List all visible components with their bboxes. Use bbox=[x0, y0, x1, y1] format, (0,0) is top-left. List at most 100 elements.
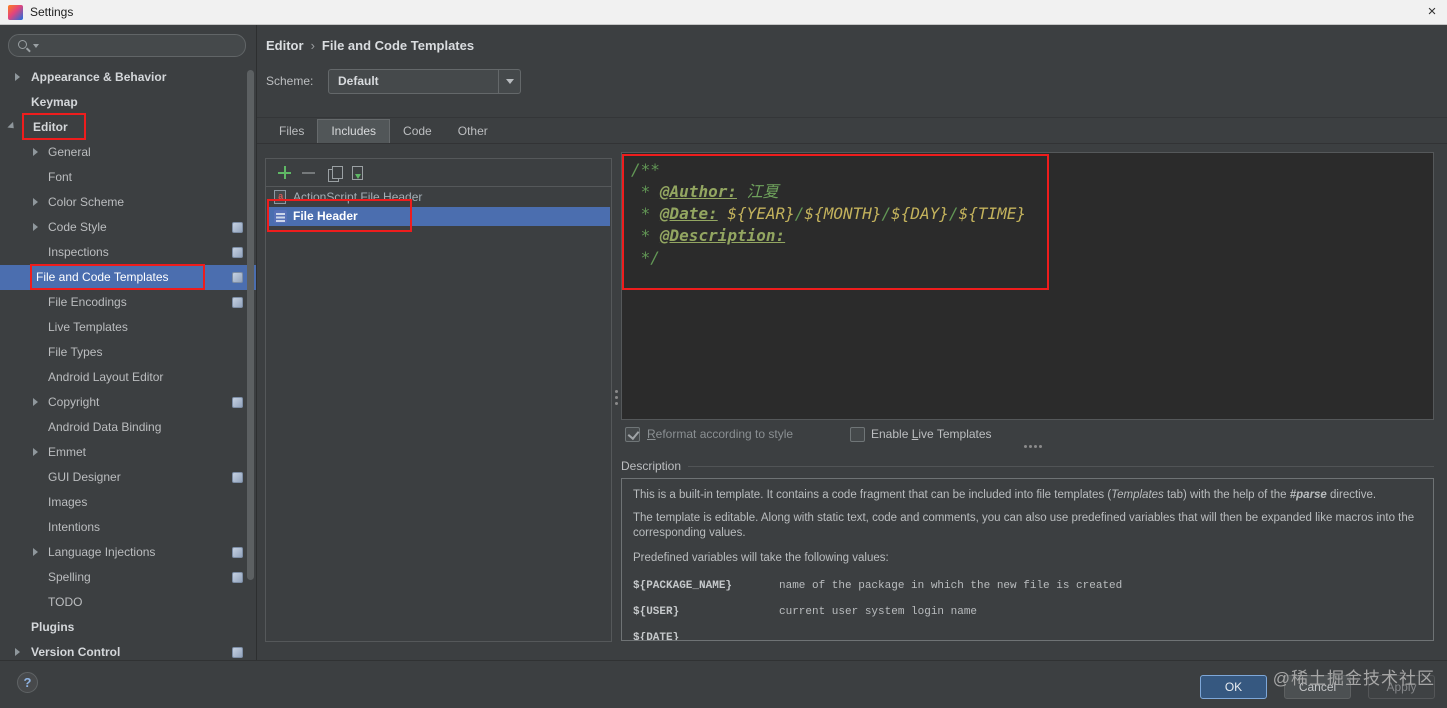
title-bar: Settings × bbox=[0, 0, 1447, 25]
settings-dialog: Settings × Appearance & Behavior Keymap … bbox=[0, 0, 1447, 708]
actionscript-file-icon bbox=[274, 190, 286, 204]
expand-arrow-icon[interactable] bbox=[33, 148, 38, 156]
search-input[interactable] bbox=[43, 36, 238, 55]
sidebar-item-version-control[interactable]: Version Control bbox=[0, 640, 257, 660]
list-item-actionscript-file-header[interactable]: ActionScript File Header bbox=[267, 188, 610, 207]
sidebar-scrollbar[interactable] bbox=[247, 70, 254, 580]
tab-other[interactable]: Other bbox=[445, 119, 501, 143]
code-line: * @Date: ${YEAR}/${MONTH}/${DAY}/${TIME} bbox=[631, 204, 1026, 223]
search-options-caret-icon[interactable] bbox=[33, 44, 39, 48]
sidebar-item-file-and-code-templates[interactable]: File and Code Templates bbox=[0, 265, 257, 290]
reformat-checkbox[interactable] bbox=[625, 427, 640, 442]
description-panel: This is a built-in template. It contains… bbox=[621, 478, 1434, 641]
description-paragraph: The template is editable. Along with sta… bbox=[633, 512, 1415, 539]
sidebar-item-plugins[interactable]: Plugins bbox=[0, 615, 257, 640]
sidebar-item-keymap[interactable]: Keymap bbox=[0, 90, 257, 115]
expand-arrow-icon[interactable] bbox=[33, 223, 38, 231]
sidebar-item-code-style[interactable]: Code Style bbox=[0, 215, 257, 240]
modified-indicator-icon bbox=[232, 272, 243, 283]
expand-arrow-icon[interactable] bbox=[15, 73, 20, 81]
sidebar-item-language-injections[interactable]: Language Injections bbox=[0, 540, 257, 565]
breadcrumb: Editor › File and Code Templates bbox=[266, 38, 474, 54]
chevron-down-icon bbox=[506, 79, 514, 84]
sidebar-item-color-scheme[interactable]: Color Scheme bbox=[0, 190, 257, 215]
add-template-button[interactable] bbox=[278, 166, 291, 179]
templates-list-panel: ActionScript File Header File Header bbox=[265, 158, 612, 642]
modified-indicator-icon bbox=[232, 397, 243, 408]
tab-includes[interactable]: Includes bbox=[317, 119, 391, 143]
reformat-checkbox-label[interactable]: Reformat according to style bbox=[647, 426, 793, 442]
code-line: /** bbox=[631, 160, 660, 179]
modified-indicator-icon bbox=[232, 247, 243, 258]
tab-files[interactable]: Files bbox=[266, 119, 317, 143]
code-line: * @Author: 江夏 bbox=[631, 182, 779, 201]
description-paragraph: Predefined variables will take the follo… bbox=[633, 552, 889, 564]
modified-indicator-icon bbox=[232, 222, 243, 233]
sidebar-item-emmet[interactable]: Emmet bbox=[0, 440, 257, 465]
list-item-file-header[interactable]: File Header bbox=[267, 207, 610, 226]
window-title: Settings bbox=[30, 5, 74, 19]
sidebar-item-live-templates[interactable]: Live Templates bbox=[0, 315, 257, 340]
sidebar-item-file-encodings[interactable]: File Encodings bbox=[0, 290, 257, 315]
sidebar-item-general[interactable]: General bbox=[0, 140, 257, 165]
reset-template-button[interactable] bbox=[352, 166, 363, 180]
expand-arrow-icon[interactable] bbox=[33, 448, 38, 456]
sidebar-item-gui-designer[interactable]: GUI Designer bbox=[0, 465, 257, 490]
template-code-editor[interactable]: /** * @Author: 江夏 * @Date: ${YEAR}/${MON… bbox=[621, 152, 1434, 420]
description-paragraph: This is a built-in template. It contains… bbox=[633, 489, 1377, 501]
variable-row: ${PACKAGE_NAME} name of the package in w… bbox=[633, 580, 1123, 592]
remove-template-button[interactable] bbox=[302, 166, 315, 179]
templates-toolbar bbox=[266, 159, 611, 187]
sidebar-item-inspections[interactable]: Inspections bbox=[0, 240, 257, 265]
help-button[interactable]: ? bbox=[17, 672, 38, 693]
description-separator-line bbox=[688, 466, 1434, 467]
scheme-dropdown-button[interactable] bbox=[498, 70, 520, 93]
tab-code[interactable]: Code bbox=[390, 119, 445, 143]
sidebar-item-android-data-binding[interactable]: Android Data Binding bbox=[0, 415, 257, 440]
search-icon bbox=[18, 40, 27, 49]
sidebar-divider bbox=[256, 25, 257, 660]
sidebar-item-spelling[interactable]: Spelling bbox=[0, 565, 257, 590]
sidebar-item-file-types[interactable]: File Types bbox=[0, 340, 257, 365]
vertical-splitter-handle[interactable] bbox=[615, 390, 618, 393]
collapse-arrow-icon[interactable] bbox=[7, 121, 17, 132]
expand-arrow-icon[interactable] bbox=[15, 648, 20, 656]
breadcrumb-section[interactable]: Editor bbox=[266, 38, 304, 53]
sidebar-item-font[interactable]: Font bbox=[0, 165, 257, 190]
sidebar-item-copyright[interactable]: Copyright bbox=[0, 390, 257, 415]
breadcrumb-separator: › bbox=[310, 38, 315, 53]
variable-row: ${DATE} bbox=[633, 632, 680, 641]
breadcrumb-page: File and Code Templates bbox=[321, 38, 475, 53]
enable-live-templates-label[interactable]: Enable Live Templates bbox=[871, 426, 992, 442]
scheme-selected-value: Default bbox=[338, 74, 379, 88]
sidebar-item-android-layout-editor[interactable]: Android Layout Editor bbox=[0, 365, 257, 390]
dialog-footer: ? OK Cancel Apply @稀土掘金技术社区 bbox=[0, 660, 1447, 708]
code-line: */ bbox=[631, 248, 660, 267]
settings-search-box[interactable] bbox=[8, 34, 246, 57]
horizontal-splitter-handle[interactable] bbox=[1024, 445, 1027, 448]
enable-live-templates-checkbox[interactable] bbox=[850, 427, 865, 442]
ok-button[interactable]: OK bbox=[1200, 675, 1267, 699]
expand-arrow-icon[interactable] bbox=[33, 198, 38, 206]
template-tabs: Files Includes Code Other bbox=[266, 119, 501, 144]
settings-sidebar: Appearance & Behavior Keymap Editor Gene… bbox=[0, 25, 257, 660]
description-heading: Description bbox=[621, 459, 682, 473]
sidebar-item-todo[interactable]: TODO bbox=[0, 590, 257, 615]
copy-template-button[interactable] bbox=[328, 166, 343, 182]
expand-arrow-icon[interactable] bbox=[33, 398, 38, 406]
variable-row: ${USER} current user system login name bbox=[633, 606, 978, 618]
modified-indicator-icon bbox=[232, 297, 243, 308]
intellij-logo-icon bbox=[8, 5, 23, 20]
sidebar-item-editor[interactable]: Editor bbox=[0, 115, 257, 140]
close-icon[interactable]: × bbox=[1419, 0, 1445, 24]
file-header-icon bbox=[274, 210, 287, 223]
sidebar-item-intentions[interactable]: Intentions bbox=[0, 515, 257, 540]
expand-arrow-icon[interactable] bbox=[33, 548, 38, 556]
sidebar-item-appearance-behavior[interactable]: Appearance & Behavior bbox=[0, 65, 257, 90]
modified-indicator-icon bbox=[232, 647, 243, 658]
scheme-label: Scheme: bbox=[266, 74, 314, 88]
modified-indicator-icon bbox=[232, 572, 243, 583]
modified-indicator-icon bbox=[232, 547, 243, 558]
scheme-dropdown[interactable]: Default bbox=[328, 69, 521, 94]
sidebar-item-images[interactable]: Images bbox=[0, 490, 257, 515]
